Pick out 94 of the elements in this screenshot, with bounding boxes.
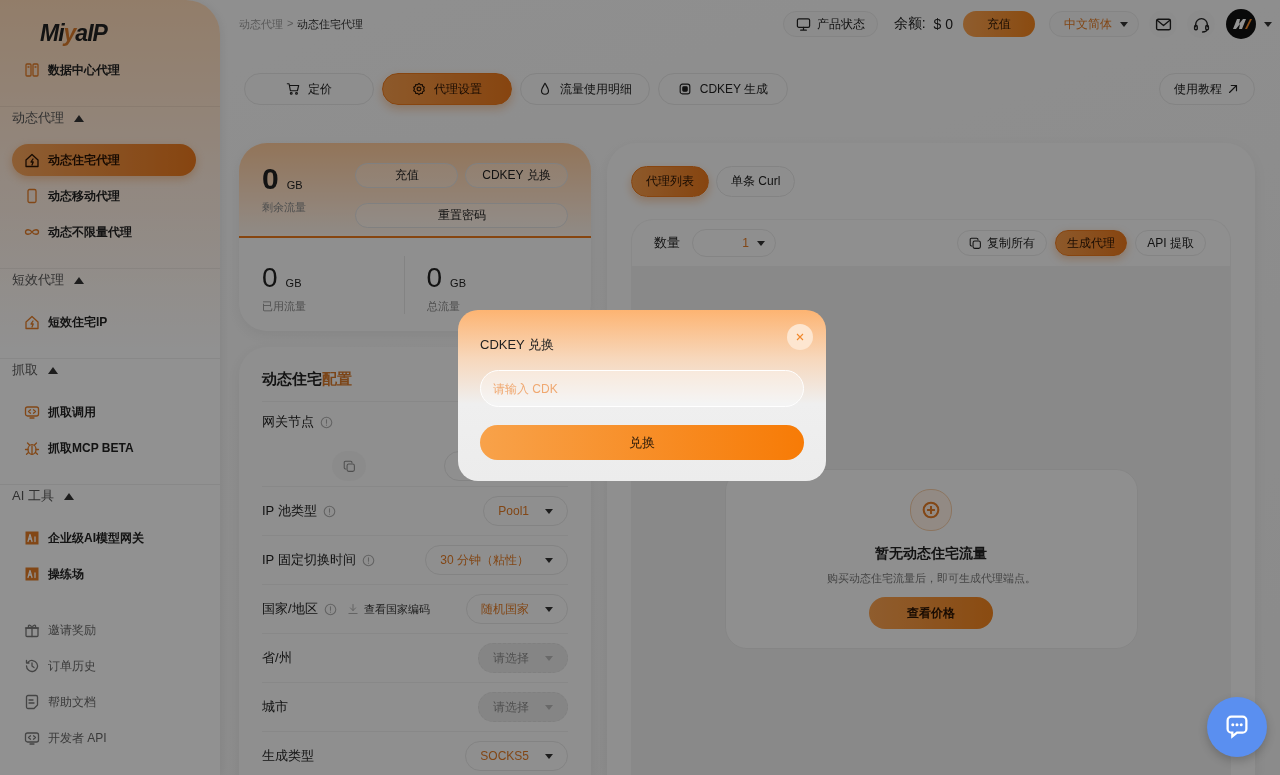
caret-icon — [545, 753, 553, 759]
caret-icon — [545, 557, 553, 563]
unit-label: GB — [450, 276, 466, 289]
empty-text: 购买动态住宅流量后，即可生成代理端点。 — [826, 571, 1036, 586]
arrow-icon — [1226, 82, 1240, 96]
triangle-icon[interactable] — [63, 492, 74, 500]
action-button[interactable]: 生成代理 — [1055, 230, 1128, 256]
balance-label: 余额: — [893, 15, 926, 33]
balance-value: $ 0 — [933, 16, 953, 32]
tab[interactable]: 代理设置 — [382, 73, 512, 105]
sidebar-item[interactable]: 数据中心代理 — [12, 54, 196, 86]
field-label: IP 池类型 — [262, 502, 317, 520]
gear-icon — [412, 82, 426, 96]
quantity-label: 数量 — [654, 234, 680, 252]
history-icon — [24, 658, 40, 674]
sidebar-link[interactable]: 开发者 API — [12, 722, 196, 754]
tab[interactable]: 流量使用明细 — [520, 73, 650, 105]
avatar-icon[interactable] — [1226, 9, 1256, 39]
caret-icon — [545, 704, 553, 710]
stat-value: 0 — [426, 261, 443, 294]
country-code-link[interactable]: 查看国家编码 — [346, 601, 430, 617]
mail-icon — [1154, 15, 1172, 33]
cart-icon — [286, 82, 300, 96]
remaining-value: 0 — [262, 163, 279, 195]
sidebar-item[interactable]: 短效住宅IP — [12, 306, 196, 338]
caret-icon — [757, 240, 765, 246]
square-badge-icon — [24, 566, 40, 582]
monitor-icon — [795, 16, 811, 32]
tab[interactable]: 定价 — [244, 73, 374, 105]
copy-icon — [969, 236, 983, 250]
section-heading: 抓取 — [12, 361, 38, 379]
drop-icon — [538, 82, 552, 96]
section-heading: AI 工具 — [12, 487, 54, 505]
caret-icon — [545, 508, 553, 514]
caret-icon — [545, 606, 553, 612]
unit-label: GB — [285, 276, 302, 289]
breadcrumb-separator: > — [287, 16, 294, 31]
house-bolt-icon — [24, 314, 40, 330]
sidebar-item[interactable]: 企业级AI模型网关 — [12, 522, 196, 554]
plus-circle-icon — [922, 501, 940, 519]
tab[interactable]: 单条 Curl — [716, 166, 796, 197]
stat-value: 0 — [262, 261, 278, 294]
chip-icon — [677, 82, 692, 96]
logo: MiyaIP — [40, 20, 107, 46]
bug-icon — [24, 440, 40, 456]
field-label: 省/州 — [262, 649, 292, 667]
triangle-icon[interactable] — [74, 276, 84, 284]
square-badge-icon — [24, 530, 40, 546]
sidebar-item[interactable]: 操练场 — [12, 558, 196, 590]
empty-title: 暂无动态住宅流量 — [875, 545, 987, 563]
download-icon — [346, 603, 359, 615]
sidebar-link[interactable]: 帮助文档 — [12, 686, 196, 718]
field-label: IP 固定切换时间 — [262, 551, 356, 569]
section-heading: 动态代理 — [12, 109, 64, 127]
copy-icon — [342, 459, 356, 473]
phone-icon — [24, 188, 40, 204]
headset-icon — [1192, 15, 1210, 33]
field-label: 网关节点 — [262, 413, 314, 431]
cdk-input-field[interactable]: 请输入 CDK — [480, 370, 804, 407]
sidebar-item[interactable]: 抓取MCP BETA — [12, 432, 196, 464]
view-pricing-button[interactable]: 查看价格 — [869, 597, 993, 629]
tutorial-button[interactable]: 使用教程 — [1159, 73, 1255, 105]
close-icon — [794, 331, 806, 343]
sidebar-item[interactable]: 动态住宅代理 — [12, 144, 196, 176]
gift-icon — [24, 622, 40, 638]
caret-icon — [1120, 21, 1128, 27]
tab[interactable]: 代理列表 — [631, 166, 709, 197]
product-status-button[interactable]: 产品状态 — [782, 11, 878, 37]
sidebar-item[interactable]: 动态不限量代理 — [12, 216, 196, 248]
server-icon — [24, 62, 40, 78]
sidebar-item[interactable]: 动态移动代理 — [12, 180, 196, 212]
caret-icon — [545, 655, 553, 661]
sidebar-link[interactable]: 邀请奖励 — [12, 614, 196, 646]
redeem-button[interactable]: 兑换 — [480, 425, 804, 460]
caret-icon[interactable] — [1264, 21, 1272, 27]
dialog-title: CDKEY 兑换 — [480, 336, 556, 353]
remaining-label: 剩余流量 — [262, 200, 306, 215]
breadcrumb-item: 动态住宅代理 — [297, 16, 364, 32]
code-screen-icon — [24, 404, 40, 420]
code-screen-icon — [24, 730, 40, 746]
house-bolt-icon — [24, 152, 40, 168]
unit-label: GB — [286, 179, 303, 191]
recharge-button[interactable]: 充值 — [963, 11, 1035, 37]
field-label: 国家/地区 — [262, 600, 318, 618]
triangle-icon[interactable] — [48, 366, 58, 374]
field-label: 城市 — [262, 698, 288, 716]
triangle-icon[interactable] — [74, 114, 84, 122]
config-title: 动态住宅配置 — [262, 369, 352, 389]
sidebar-link[interactable]: 订单历史 — [12, 650, 196, 682]
field-label: 生成类型 — [262, 747, 314, 765]
tab[interactable]: CDKEY 生成 — [658, 73, 788, 105]
document-icon — [24, 694, 40, 710]
sidebar-item[interactable]: 抓取调用 — [12, 396, 196, 428]
section-heading: 短效代理 — [12, 271, 64, 289]
